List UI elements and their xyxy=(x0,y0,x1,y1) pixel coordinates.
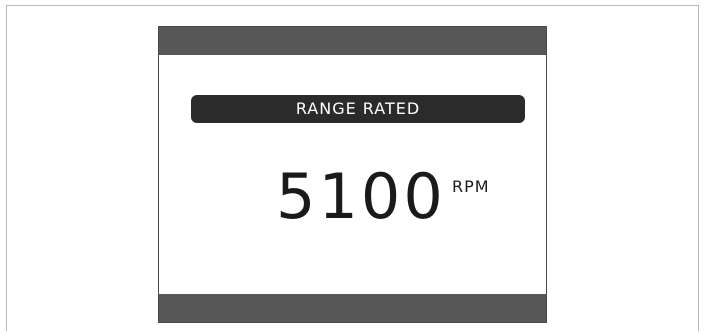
mode-banner: RANGE RATED xyxy=(191,95,525,123)
rpm-unit-label: RPM xyxy=(452,177,490,196)
gauge-display-screen: RANGE RATED 5100 RPM xyxy=(158,26,547,323)
bottom-bar xyxy=(159,294,546,322)
top-bar xyxy=(159,27,546,55)
rpm-value: 5100 xyxy=(276,160,446,233)
